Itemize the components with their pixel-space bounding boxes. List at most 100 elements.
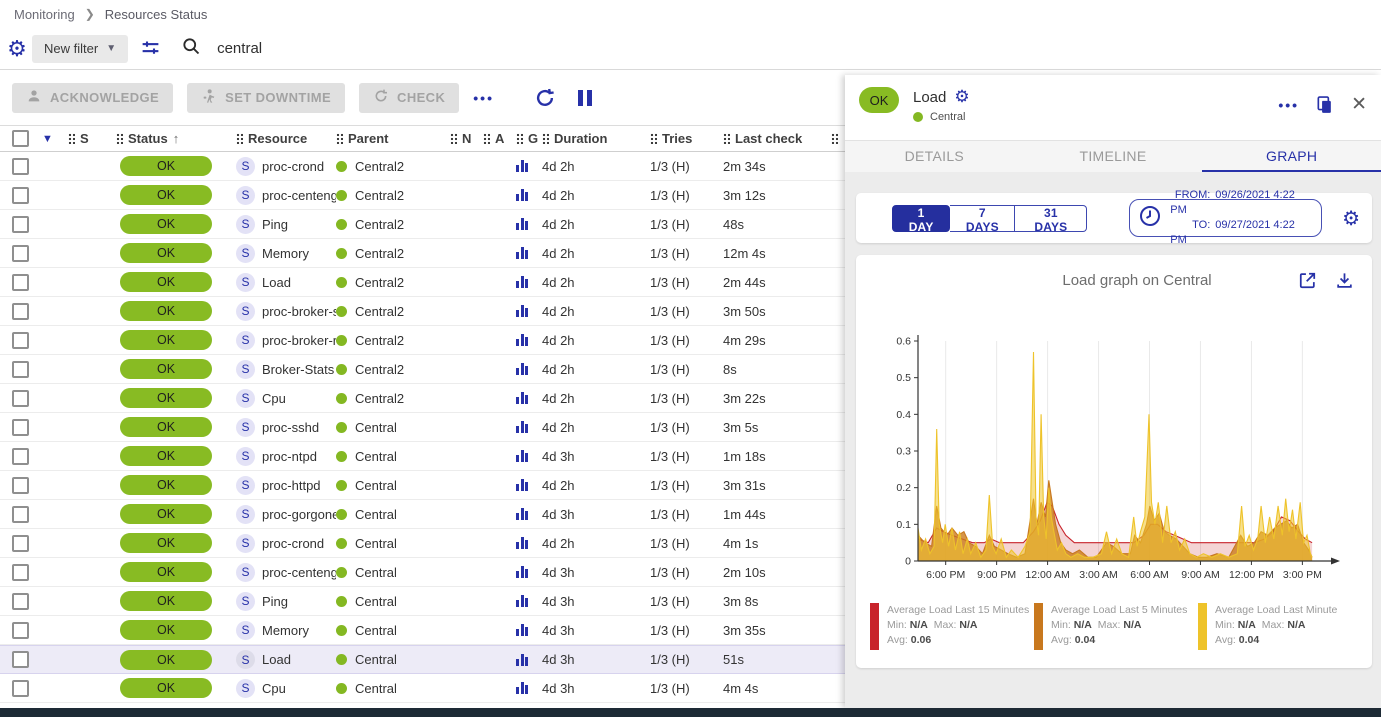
table-row[interactable]: OKSCpuCentral4d 3h1/3 (H)4m 4s [0, 674, 845, 703]
parent-cell[interactable]: Central [336, 420, 450, 435]
refresh-icon[interactable] [534, 87, 556, 109]
column-header-a[interactable]: A [483, 131, 516, 146]
column-header-parent[interactable]: Parent [336, 131, 450, 146]
load-chart[interactable]: 00.10.20.30.40.50.66:00 PM9:00 PM12:00 A… [876, 317, 1352, 602]
row-checkbox[interactable] [12, 303, 29, 320]
table-row[interactable]: OKSMemoryCentral24d 2h1/3 (H)12m 4s [0, 239, 845, 268]
row-checkbox[interactable] [12, 680, 29, 697]
column-header-tries[interactable]: Tries [650, 131, 723, 146]
table-row[interactable]: OKSBroker-StatsCentral24d 2h1/3 (H)8s [0, 355, 845, 384]
parent-cell[interactable]: Central [336, 594, 450, 609]
parent-cell[interactable]: Central [336, 623, 450, 638]
bar-chart-icon[interactable] [516, 247, 542, 259]
row-checkbox[interactable] [12, 216, 29, 233]
bar-chart-icon[interactable] [516, 479, 542, 491]
bar-chart-icon[interactable] [516, 363, 542, 375]
bar-chart-icon[interactable] [516, 624, 542, 636]
set-downtime-button[interactable]: SET DOWNTIME [187, 83, 345, 113]
drag-handle-icon[interactable] [116, 133, 123, 144]
row-checkbox[interactable] [12, 593, 29, 610]
resource-cell[interactable]: Sproc-centengine [236, 186, 336, 205]
resource-cell[interactable]: SPing [236, 592, 336, 611]
parent-cell[interactable]: Central2 [336, 362, 450, 377]
range-7-days[interactable]: 7 DAYS [950, 205, 1015, 232]
row-checkbox[interactable] [12, 158, 29, 175]
drag-handle-icon[interactable] [336, 133, 343, 144]
parent-cell[interactable]: Central [336, 507, 450, 522]
resource-cell[interactable]: SBroker-Stats [236, 360, 336, 379]
resource-cell[interactable]: SCpu [236, 679, 336, 698]
breadcrumb-resources-status[interactable]: Resources Status [105, 7, 208, 22]
bar-chart-icon[interactable] [516, 276, 542, 288]
download-icon[interactable] [1335, 271, 1354, 290]
table-row[interactable]: OKSLoadCentral4d 3h1/3 (H)51s [0, 645, 845, 674]
resource-cell[interactable]: Sproc-broker-sql [236, 302, 336, 321]
parent-cell[interactable]: Central [336, 565, 450, 580]
row-checkbox[interactable] [12, 390, 29, 407]
panel-gear-icon[interactable]: ⚙ [954, 87, 969, 107]
drag-handle-icon[interactable] [542, 133, 549, 144]
column-header-g[interactable]: G [516, 131, 542, 146]
parent-cell[interactable]: Central [336, 478, 450, 493]
resource-cell[interactable]: Sproc-sshd [236, 418, 336, 437]
table-row[interactable]: OKSproc-crondCentral4d 2h1/3 (H)4m 1s [0, 529, 845, 558]
bar-chart-icon[interactable] [516, 334, 542, 346]
table-row[interactable]: OKSproc-gorgonedCentral4d 3h1/3 (H)1m 44… [0, 500, 845, 529]
open-external-icon[interactable] [1298, 271, 1317, 290]
drag-handle-icon[interactable] [450, 133, 457, 144]
tab-graph[interactable]: GRAPH [1202, 141, 1381, 172]
check-button[interactable]: CHECK [359, 83, 459, 113]
settings-gear-icon[interactable]: ⚙ [2, 36, 32, 62]
bar-chart-icon[interactable] [516, 218, 542, 230]
bar-chart-icon[interactable] [516, 566, 542, 578]
breadcrumb-monitoring[interactable]: Monitoring [14, 7, 75, 22]
new-filter-button[interactable]: New filter ▼ [32, 35, 128, 63]
row-checkbox[interactable] [12, 535, 29, 552]
acknowledge-button[interactable]: ACKNOWLEDGE [12, 83, 173, 113]
more-actions-button[interactable]: ••• [473, 90, 494, 106]
bar-chart-icon[interactable] [516, 189, 542, 201]
table-row[interactable]: OKSproc-httpdCentral4d 2h1/3 (H)3m 31s [0, 471, 845, 500]
resource-cell[interactable]: Sproc-centengine [236, 563, 336, 582]
table-row[interactable]: OKSPingCentral24d 2h1/3 (H)48s [0, 210, 845, 239]
table-row[interactable]: OKSproc-broker-sqlCentral24d 2h1/3 (H)3m… [0, 297, 845, 326]
resource-cell[interactable]: SLoad [236, 650, 336, 669]
column-header-status[interactable]: Status↑ [116, 131, 236, 146]
table-row[interactable]: OKSproc-centengineCentral4d 3h1/3 (H)2m … [0, 558, 845, 587]
row-checkbox[interactable] [12, 506, 29, 523]
table-row[interactable]: OKSMemoryCentral4d 3h1/3 (H)3m 35s [0, 616, 845, 645]
drag-handle-icon[interactable] [68, 133, 75, 144]
table-row[interactable]: OKSproc-crondCentral24d 2h1/3 (H)2m 34s [0, 152, 845, 181]
parent-cell[interactable]: Central2 [336, 333, 450, 348]
drag-handle-icon[interactable] [236, 133, 243, 144]
column-header-last-check[interactable]: Last check [723, 131, 831, 146]
table-row[interactable]: OKSproc-sshdCentral4d 2h1/3 (H)3m 5s [0, 413, 845, 442]
parent-cell[interactable]: Central2 [336, 217, 450, 232]
select-all-checkbox[interactable] [12, 130, 29, 147]
filter-tune-icon[interactable] [140, 38, 161, 59]
panel-more-button[interactable]: ••• [1278, 97, 1299, 113]
table-row[interactable]: OKSPingCentral4d 3h1/3 (H)3m 8s [0, 587, 845, 616]
parent-cell[interactable]: Central [336, 536, 450, 551]
header-dropdown-caret-icon[interactable]: ▼ [42, 133, 68, 145]
resource-cell[interactable]: SPing [236, 215, 336, 234]
range-31-days[interactable]: 31 DAYS [1015, 205, 1087, 232]
resource-cell[interactable]: SCpu [236, 389, 336, 408]
parent-cell[interactable]: Central2 [336, 391, 450, 406]
row-checkbox[interactable] [12, 332, 29, 349]
parent-cell[interactable]: Central2 [336, 159, 450, 174]
table-row[interactable]: OKSCpuCentral24d 2h1/3 (H)3m 22s [0, 384, 845, 413]
row-checkbox[interactable] [12, 274, 29, 291]
graph-settings-gear-icon[interactable]: ⚙ [1342, 206, 1360, 231]
resource-cell[interactable]: Sproc-httpd [236, 476, 336, 495]
row-checkbox[interactable] [12, 448, 29, 465]
parent-cell[interactable]: Central [336, 652, 450, 667]
row-checkbox[interactable] [12, 419, 29, 436]
drag-handle-icon[interactable] [483, 133, 490, 144]
row-checkbox[interactable] [12, 245, 29, 262]
drag-handle-icon[interactable] [650, 133, 657, 144]
bottom-scrollbar-strip[interactable] [0, 708, 1381, 717]
bar-chart-icon[interactable] [516, 160, 542, 172]
search-input[interactable]: central [217, 40, 262, 57]
row-checkbox[interactable] [12, 564, 29, 581]
